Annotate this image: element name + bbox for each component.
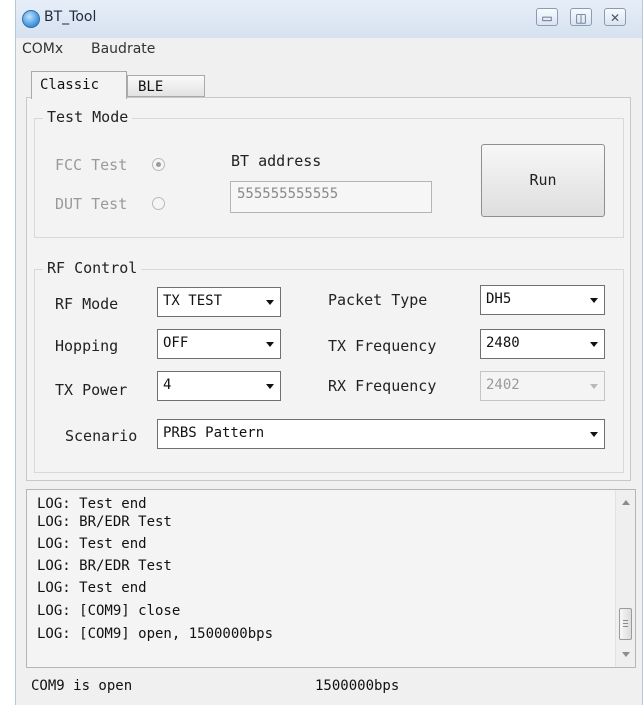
scenario-value: PRBS Pattern: [163, 425, 265, 441]
tab-classic[interactable]: Classic: [31, 71, 127, 99]
rf-mode-select[interactable]: TX TEST: [157, 287, 281, 317]
minimize-button[interactable]: ▭: [536, 8, 558, 26]
rf-control-group: RF Control RF Mode TX TEST Hopping OFF T…: [34, 259, 624, 473]
rf-control-legend: RF Control: [43, 259, 142, 277]
log-line: LOG: [COM9] close: [37, 603, 181, 619]
menu-baudrate[interactable]: Baudrate: [91, 41, 155, 57]
close-icon: ✕: [609, 11, 621, 25]
chevron-down-icon: [266, 384, 274, 389]
maximize-button[interactable]: ◫: [570, 8, 592, 26]
app-icon: [22, 10, 40, 28]
test-mode-group: Test Mode FCC Test DUT Test BT address 5…: [34, 108, 624, 238]
log-scrollbar[interactable]: [615, 490, 635, 667]
title-bar[interactable]: BT_Tool ▭ ◫ ✕: [16, 0, 642, 38]
log-line: LOG: Test end: [37, 496, 147, 512]
menu-comx[interactable]: COMx: [22, 41, 63, 57]
scrollbar-thumb[interactable]: [619, 608, 632, 640]
hopping-select[interactable]: OFF: [157, 329, 281, 359]
tx-power-value: 4: [163, 377, 172, 393]
minimize-icon: ▭: [541, 11, 553, 25]
hopping-label: Hopping: [55, 337, 119, 355]
scenario-select[interactable]: PRBS Pattern: [157, 419, 605, 449]
chevron-down-icon: [266, 300, 274, 305]
packet-type-label: Packet Type: [328, 291, 428, 309]
rf-mode-value: TX TEST: [163, 293, 223, 309]
maximize-icon: ◫: [575, 11, 587, 25]
chevron-down-icon: [590, 298, 598, 303]
rx-frequency-select[interactable]: 2402: [480, 371, 605, 401]
hopping-value: OFF: [163, 335, 189, 351]
status-port: COM9 is open: [31, 678, 133, 694]
chevron-down-icon: [590, 384, 598, 389]
run-button-label: Run: [529, 171, 557, 189]
window-title: BT_Tool: [44, 9, 97, 25]
grip-icon: [623, 623, 628, 624]
chevron-down-icon: [590, 432, 598, 437]
fcc-test-radio[interactable]: [152, 158, 165, 171]
app-window: BT_Tool ▭ ◫ ✕ COMx Baudrate Classic BLE …: [15, 0, 643, 705]
bt-address-field[interactable]: 555555555555: [230, 181, 432, 213]
scroll-down-icon[interactable]: [622, 652, 630, 657]
bt-address-label: BT address: [231, 152, 322, 170]
tx-frequency-value: 2480: [486, 335, 520, 351]
packet-type-select[interactable]: DH5: [480, 285, 605, 315]
rx-frequency-label: RX Frequency: [328, 377, 437, 395]
run-button[interactable]: Run: [481, 144, 605, 217]
tab-classic-label: Classic: [40, 77, 100, 93]
log-line: LOG: BR/EDR Test: [37, 558, 172, 574]
tx-power-select[interactable]: 4: [157, 371, 281, 401]
status-baudrate: 1500000bps: [315, 678, 400, 694]
packet-type-value: DH5: [486, 291, 512, 307]
log-textarea[interactable]: LOG: Test end LOG: BR/EDR Test LOG: Test…: [26, 489, 636, 668]
tx-frequency-label: TX Frequency: [328, 337, 437, 355]
chevron-down-icon: [266, 342, 274, 347]
menu-bar: COMx Baudrate: [16, 38, 642, 60]
tab-ble[interactable]: BLE: [127, 75, 205, 97]
bt-address-value: 555555555555: [237, 186, 339, 202]
tx-power-label: TX Power: [55, 381, 128, 399]
log-line: LOG: Test end: [37, 580, 147, 596]
fcc-test-label: FCC Test: [55, 156, 128, 174]
classic-tab-panel: Test Mode FCC Test DUT Test BT address 5…: [26, 97, 631, 481]
scroll-up-icon[interactable]: [622, 500, 630, 505]
close-button[interactable]: ✕: [604, 8, 626, 26]
log-line: LOG: [COM9] open, 1500000bps: [37, 626, 274, 642]
test-mode-legend: Test Mode: [43, 108, 133, 126]
tx-frequency-select[interactable]: 2480: [480, 329, 605, 359]
scenario-label: Scenario: [65, 427, 138, 445]
grip-icon: [623, 626, 628, 627]
dut-test-label: DUT Test: [55, 195, 128, 213]
log-line: LOG: Test end: [37, 536, 147, 552]
tab-ble-label: BLE: [138, 79, 164, 95]
rf-mode-label: RF Mode: [55, 295, 119, 313]
chevron-down-icon: [590, 342, 598, 347]
grip-icon: [623, 620, 628, 621]
rx-frequency-value: 2402: [486, 377, 520, 393]
dut-test-radio[interactable]: [152, 197, 165, 210]
log-line: LOG: BR/EDR Test: [37, 514, 172, 530]
